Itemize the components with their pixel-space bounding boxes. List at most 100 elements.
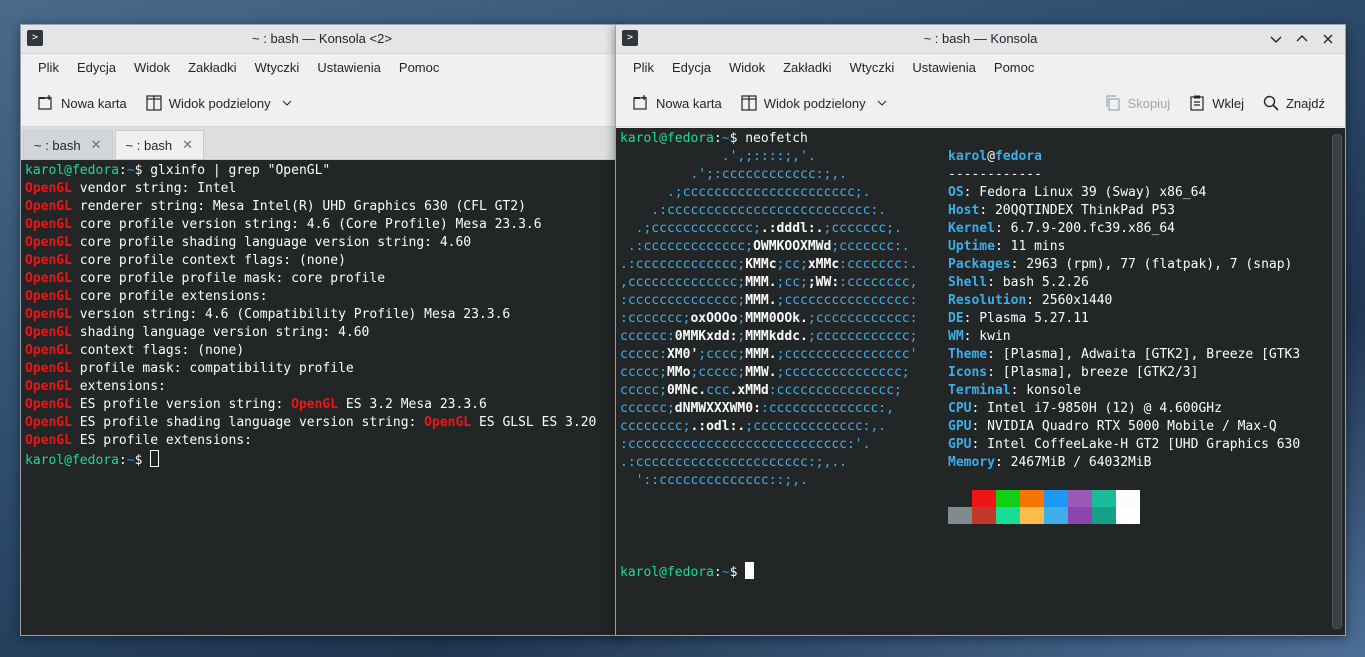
- info-line: Theme: [Plasma], Adwaita [GTK2], Breeze …: [948, 346, 1300, 364]
- ascii-art-line: .:ccccccccccccc;KMMc;cc;xMMc:ccccccc:.: [620, 256, 917, 274]
- ascii-segment: MMW.: [745, 365, 777, 380]
- konsole-window-left[interactable]: > ~ : bash — Konsola <2> Plik Edycja Widok…: [20, 24, 624, 636]
- output-line: OpenGL ES profile shading language versi…: [25, 414, 619, 432]
- titlebar[interactable]: > ~ : bash — Konsola <2>: [21, 25, 623, 54]
- ascii-art-line: cccccc:0MMKxdd:;MMMkddc.;cccccccccccc;: [620, 328, 917, 346]
- prompt-line: karol@fedora:~$ glxinfo | grep "OpenGL": [25, 162, 619, 180]
- ascii-art-line: .',;::::;,'.: [620, 148, 917, 166]
- menu-item-6[interactable]: Pomoc: [390, 60, 448, 75]
- output-text: ES GLSL ES 3.20: [471, 415, 597, 430]
- search-icon: [1263, 95, 1279, 111]
- ascii-segment: ;ccccc;: [690, 365, 746, 380]
- ascii-segment: ;cc;: [776, 275, 808, 290]
- ascii-segment: :ccccccc:.: [839, 257, 918, 272]
- output-text: ES profile extensions:: [71, 433, 252, 448]
- ascii-segment: .:ccccccccccccc;: [620, 257, 746, 272]
- ascii-segment: ;cccccccccccccccc': [776, 347, 918, 362]
- paste-button[interactable]: Wklej: [1182, 90, 1250, 116]
- scrollbar[interactable]: [1332, 134, 1342, 629]
- menu-item-5[interactable]: Ustawienia: [903, 60, 985, 75]
- prompt-symbol: $: [729, 565, 746, 580]
- ascii-art-line: ccccc;MMo;ccccc;MMW.;ccccccccccccccc;: [620, 364, 917, 382]
- cursor: [745, 562, 755, 579]
- info-key: Shell: [948, 275, 988, 290]
- find-button[interactable]: Znajdź: [1256, 90, 1331, 116]
- minimize-button[interactable]: [1265, 28, 1287, 50]
- ascii-segment: .;cccccccccccccccccccccc;.: [620, 185, 871, 200]
- ascii-segment: oxOOOo: [690, 311, 738, 326]
- copy-button[interactable]: Skopiuj: [1098, 90, 1177, 116]
- ascii-segment: MMo: [666, 365, 691, 380]
- info-line: Host: 20QQTINDEX ThinkPad P53: [948, 202, 1300, 220]
- split-view-button[interactable]: Widok podzielony: [139, 90, 299, 116]
- info-value: : 11 mins: [994, 239, 1066, 254]
- new-tab-button[interactable]: Nowa karta: [31, 90, 133, 116]
- menu-item-0[interactable]: Plik: [29, 60, 68, 75]
- prompt-separator: :: [118, 453, 127, 468]
- close-tab-icon[interactable]: ✕: [91, 137, 102, 153]
- menubar: Plik Edycja Widok Zakładki Wtyczki Ustawienia…: [616, 54, 1345, 80]
- menu-item-3[interactable]: Zakładki: [774, 60, 840, 75]
- color-swatch: [1020, 507, 1044, 524]
- info-host: fedora: [994, 149, 1042, 164]
- menu-item-5[interactable]: Ustawienia: [308, 60, 390, 75]
- split-view-label: Widok podzielony: [168, 95, 271, 111]
- split-view-icon: [741, 95, 757, 111]
- output-line: OpenGL context flags: (none): [25, 342, 619, 360]
- menu-item-4[interactable]: Wtyczki: [246, 60, 309, 75]
- info-key: Resolution: [948, 293, 1027, 308]
- chevron-down-icon: [1270, 36, 1282, 43]
- ascii-segment: '::cccccccccccccc::;,.: [620, 473, 808, 488]
- menu-item-1[interactable]: Edycja: [68, 60, 125, 75]
- chevron-down-icon: [282, 100, 291, 106]
- ascii-segment: MMM.: [745, 293, 777, 308]
- ascii-segment: MMM.: [745, 275, 777, 290]
- konsole-window-right[interactable]: > ~ : bash — Konsola Plik Edycja Widok Zakł…: [615, 24, 1346, 636]
- toolbar: Nowa karta Widok podzielony: [21, 80, 623, 127]
- prompt-user: karol@fedora: [25, 163, 119, 178]
- output-line: OpenGL core profile profile mask: core p…: [25, 270, 619, 288]
- menu-item-2[interactable]: Widok: [125, 60, 179, 75]
- output-line: OpenGL ES profile extensions:: [25, 432, 619, 450]
- terminal-output[interactable]: karol@fedora:~$ glxinfo | grep "OpenGL" O…: [21, 160, 623, 635]
- menu-item-2[interactable]: Widok: [720, 60, 774, 75]
- info-value: : NVIDIA Quadro RTX 5000 Mobile / Max-Q: [971, 419, 1277, 434]
- ascii-segment: .:cccccccccccccccccccccccccc:.: [620, 203, 887, 218]
- ascii-segment: ,cccccccccccccc;: [620, 275, 746, 290]
- close-button[interactable]: [1317, 28, 1339, 50]
- tab-label: ~ : bash: [34, 137, 81, 153]
- menu-item-4[interactable]: Wtyczki: [841, 60, 904, 75]
- keyword-opengl: OpenGL: [25, 217, 72, 232]
- info-key: DE: [948, 311, 964, 326]
- info-line: Icons: [Plasma], breeze [GTK2/3]: [948, 364, 1300, 382]
- new-tab-button[interactable]: Nowa karta: [626, 90, 728, 116]
- output-text: core profile context flags: (none): [71, 253, 346, 268]
- close-icon: [1323, 34, 1333, 44]
- ascii-art-line: .:cccccccccccccccccccccc:;,..: [620, 454, 917, 472]
- output-text: context flags: (none): [71, 343, 245, 358]
- new-tab-icon: [633, 95, 647, 110]
- menu-item-1[interactable]: Edycja: [663, 60, 720, 75]
- ascii-art-line: ccccc;0MNc.ccc.xMMd:ccccccccccccccc;: [620, 382, 917, 400]
- tab-bash-1[interactable]: ~ : bash ✕: [23, 130, 113, 159]
- tab-bash-2[interactable]: ~ : bash ✕: [114, 130, 205, 159]
- info-line: OS: Fedora Linux 39 (Sway) x86_64: [948, 184, 1300, 202]
- new-tab-label: Nowa karta: [656, 95, 722, 111]
- keyword-opengl: OpenGL: [25, 343, 72, 358]
- keyword-opengl: OpenGL: [25, 433, 72, 448]
- split-view-button[interactable]: Widok podzielony: [734, 90, 894, 116]
- ascii-segment: ;WW:: [807, 275, 840, 290]
- menu-item-0[interactable]: Plik: [624, 60, 663, 75]
- output-text: core profile extensions:: [71, 289, 268, 304]
- toolbar: Nowa karta Widok podzielony Skopiuj Wkle…: [616, 80, 1345, 127]
- prompt-separator: :: [713, 565, 722, 580]
- titlebar[interactable]: > ~ : bash — Konsola: [616, 25, 1345, 54]
- close-tab-icon[interactable]: ✕: [182, 137, 193, 153]
- terminal-output[interactable]: karol@fedora:~$ neofetch .',;::::;,'. .'…: [616, 128, 1345, 635]
- info-line: Shell: bash 5.2.26: [948, 274, 1300, 292]
- prompt-symbol: $: [134, 163, 151, 178]
- maximize-button[interactable]: [1291, 28, 1313, 50]
- menu-item-3[interactable]: Zakładki: [179, 60, 245, 75]
- menu-item-6[interactable]: Pomoc: [985, 60, 1043, 75]
- info-key: Packages: [948, 257, 1011, 272]
